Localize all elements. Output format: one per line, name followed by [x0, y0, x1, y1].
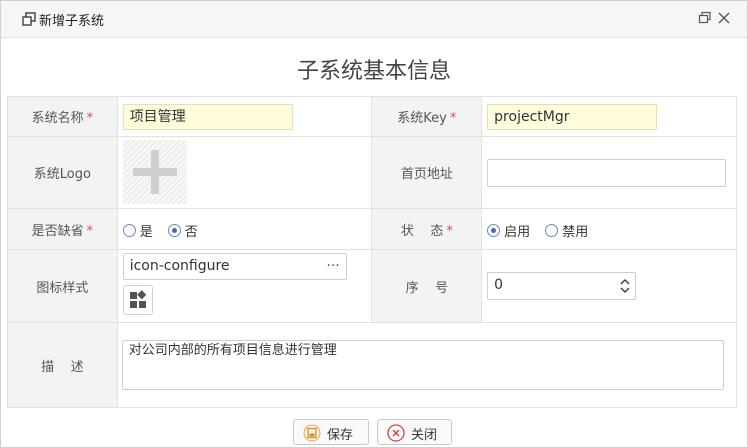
window-icon [22, 12, 36, 26]
name-label: 系统名称 * [7, 96, 118, 137]
add-image-icon[interactable] [122, 140, 187, 204]
radio-status-enabled[interactable] [487, 224, 501, 237]
more-icon[interactable]: ··· [326, 254, 339, 278]
subsystem-form: 系统名称 * 项目管理 系统Key * projectMgr 系统Logo 首页… [7, 96, 738, 408]
close-icon[interactable] [717, 11, 731, 25]
spinner-icon[interactable] [619, 278, 631, 294]
configure-icon [129, 290, 147, 308]
close-button[interactable]: 关闭 [377, 419, 452, 445]
dialog-title: 新增子系统 [39, 14, 105, 29]
title-bar: 新增子系统 [1, 1, 747, 38]
status-radio-group: 启用 禁用 [487, 220, 598, 240]
key-label: 系统Key * [371, 96, 483, 137]
homepage-label: 首页地址 [371, 136, 483, 209]
page-title: 子系统基本信息 [296, 59, 451, 84]
radio-default-no[interactable] [167, 224, 181, 237]
icon-style-label: 图标样式 [7, 249, 118, 323]
status-label: 状 态 * [371, 208, 483, 250]
save-button[interactable]: 保存 [293, 419, 369, 445]
close-circle-icon [387, 424, 405, 442]
radio-default-yes[interactable] [122, 224, 136, 237]
logo-label: 系统Logo [7, 136, 118, 209]
order-input[interactable]: 0 [487, 272, 637, 300]
description-textarea[interactable]: 对公司内部的所有项目信息进行管理 [121, 340, 724, 390]
restore-icon[interactable] [698, 11, 712, 25]
is-default-label: 是否缺省 * [7, 208, 118, 250]
dialog: 新增子系统 子系统基本信息 系统名称 * 项目管理 系统Key * projectM… [0, 0, 748, 448]
description-label: 描 述 [7, 322, 118, 408]
order-label: 序 号 [371, 249, 483, 323]
save-icon [303, 424, 321, 442]
is-default-radio-group: 是 否 [122, 220, 208, 240]
icon-preview-button[interactable] [122, 285, 153, 315]
homepage-url-input[interactable] [487, 159, 727, 187]
system-key-input[interactable]: projectMgr [487, 104, 658, 130]
radio-status-disabled[interactable] [545, 224, 559, 237]
icon-style-input[interactable]: icon-configure ··· [122, 253, 347, 280]
system-name-input[interactable]: 项目管理 [122, 104, 293, 130]
